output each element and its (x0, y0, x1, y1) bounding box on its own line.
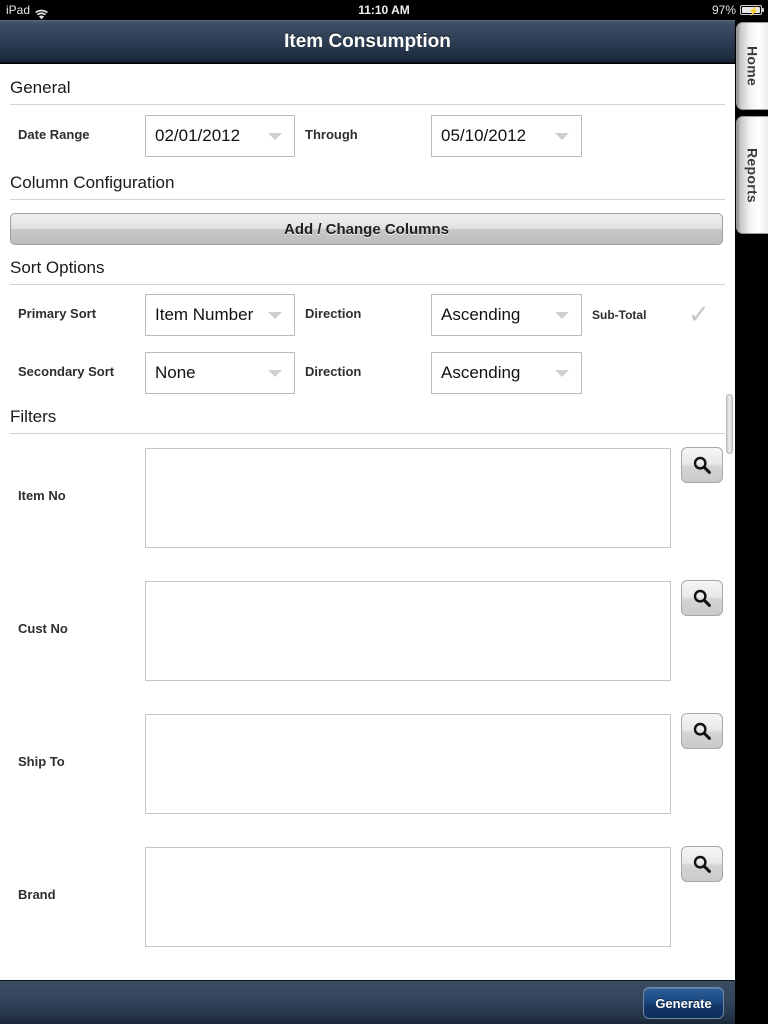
search-button-brand[interactable] (681, 846, 723, 882)
select-date-from-value: 02/01/2012 (155, 126, 241, 145)
ipad-screen: iPad 11:10 AM 97% ⚡ Item Consumption Hom… (0, 0, 768, 1024)
select-primary-direction-value: Ascending (441, 305, 521, 324)
chevron-down-icon (555, 133, 569, 140)
search-button-item-no[interactable] (681, 447, 723, 483)
select-date-to[interactable]: 05/10/2012 (431, 115, 582, 157)
search-button-cust-no[interactable] (681, 580, 723, 616)
status-bar-clock: 11:10 AM (358, 3, 410, 17)
label-brand: Brand (18, 887, 56, 902)
label-sub-total: Sub-Total (592, 308, 647, 322)
status-bar: iPad 11:10 AM 97% ⚡ (0, 0, 768, 20)
chevron-down-icon (555, 312, 569, 319)
row-date-range: Date Range 02/01/2012 Through 05/10/2012 (0, 105, 735, 167)
filter-row-item-no: Item No (0, 434, 735, 567)
side-tab-strip: Home Reports (735, 20, 768, 1024)
row-add-change-columns: Add / Change Columns (0, 200, 735, 258)
select-secondary-sort[interactable]: None (145, 352, 295, 394)
generate-button[interactable]: Generate (643, 987, 724, 1019)
input-ship-to[interactable] (145, 714, 671, 814)
search-icon (692, 455, 712, 475)
label-secondary-direction: Direction (305, 364, 362, 379)
report-form-scroll[interactable]: General Date Range 02/01/2012 Through 05… (0, 64, 735, 980)
chevron-down-icon (268, 133, 282, 140)
section-heading-general: General (10, 78, 71, 97)
select-date-to-value: 05/10/2012 (441, 126, 527, 145)
search-icon (692, 588, 712, 608)
page-title: Item Consumption (284, 31, 451, 52)
select-secondary-sort-value: None (155, 363, 196, 382)
search-icon (692, 854, 712, 874)
status-bar-right: 97% ⚡ (711, 0, 764, 20)
side-tab-home[interactable]: Home (736, 22, 768, 110)
side-tab-reports[interactable]: Reports (736, 116, 768, 234)
side-tab-home-label: Home (744, 45, 761, 87)
section-heading-filters: Filters (10, 407, 57, 426)
row-primary-sort: Primary Sort Item Number Direction Ascen… (0, 285, 735, 343)
select-primary-sort[interactable]: Item Number (145, 294, 295, 336)
input-brand[interactable] (145, 847, 671, 947)
add-change-columns-button[interactable]: Add / Change Columns (10, 213, 723, 245)
bottom-toolbar: Generate (0, 980, 735, 1024)
generate-button-label: Generate (655, 995, 712, 1011)
input-item-no[interactable] (145, 448, 671, 548)
search-button-ship-to[interactable] (681, 713, 723, 749)
label-through: Through (305, 127, 358, 142)
select-secondary-direction-value: Ascending (441, 363, 521, 382)
sub-total-checkbox[interactable]: ✓ (688, 301, 710, 327)
section-heading-sort-options: Sort Options (10, 258, 105, 277)
filter-row-brand: Brand (0, 833, 735, 966)
label-item-no: Item No (18, 488, 66, 503)
label-primary-sort: Primary Sort (18, 306, 97, 321)
select-primary-sort-value: Item Number (155, 305, 254, 324)
filter-row-cust-no: Cust No (0, 567, 735, 700)
side-tab-reports-label: Reports (744, 147, 761, 203)
select-secondary-direction[interactable]: Ascending (431, 352, 582, 394)
label-primary-direction: Direction (305, 306, 362, 321)
battery-percent: 97% (711, 3, 736, 17)
label-cust-no: Cust No (18, 621, 68, 636)
select-date-from[interactable]: 02/01/2012 (145, 115, 295, 157)
section-heading-column-configuration: Column Configuration (10, 173, 175, 192)
filter-row-ship-to: Ship To (0, 700, 735, 833)
select-primary-direction[interactable]: Ascending (431, 294, 582, 336)
input-cust-no[interactable] (145, 581, 671, 681)
add-change-columns-label: Add / Change Columns (284, 220, 449, 238)
chevron-down-icon (268, 312, 282, 319)
label-secondary-sort: Secondary Sort (18, 364, 115, 379)
title-bar: Item Consumption (0, 20, 735, 63)
row-secondary-sort: Secondary Sort None Direction Ascending (0, 343, 735, 405)
search-icon (692, 721, 712, 741)
battery-icon: ⚡ (740, 5, 764, 16)
vertical-scrollbar[interactable] (726, 394, 733, 454)
chevron-down-icon (268, 370, 282, 377)
label-ship-to: Ship To (18, 754, 65, 769)
chevron-down-icon (555, 370, 569, 377)
label-date-range: Date Range (18, 127, 90, 142)
